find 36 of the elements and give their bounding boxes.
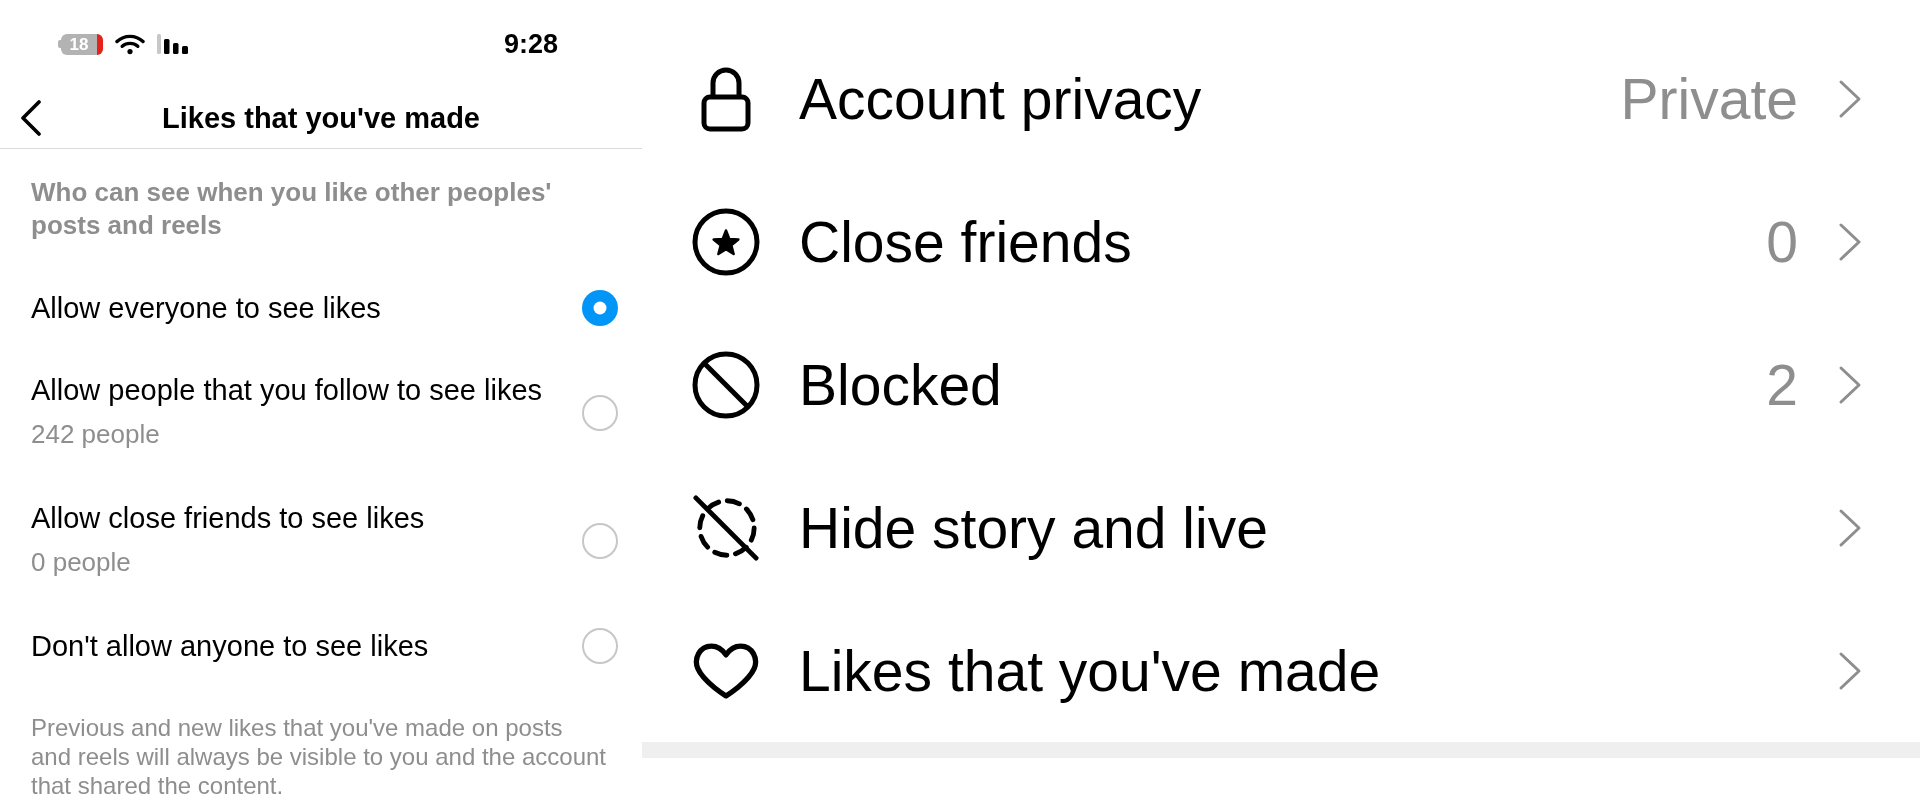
option-label[interactable]: Don't allow anyone to see likes	[31, 625, 429, 667]
chevron-right-icon	[1838, 221, 1862, 262]
option-label[interactable]: Allow close friends to see likes	[31, 497, 425, 539]
prohibited-icon	[692, 350, 760, 419]
settings-menu-item[interactable]: Likes that you've made	[642, 599, 1920, 742]
settings-menu-item[interactable]: Account privacy Private	[642, 27, 1920, 170]
setting-value: 2	[1766, 351, 1798, 418]
setting-value: 0	[1766, 208, 1798, 275]
option-count: 0 people	[31, 546, 131, 579]
option-count: 242 people	[31, 418, 160, 451]
settings-menu-item[interactable]: Blocked 2	[642, 313, 1920, 456]
setting-value: Private	[1620, 65, 1798, 132]
radio-button[interactable]	[582, 523, 618, 559]
settings-menu-item[interactable]: Close friends 0	[642, 170, 1920, 313]
heart-icon	[692, 641, 760, 700]
radio-button[interactable]	[582, 290, 618, 326]
dashed-circle-slash-icon	[692, 492, 760, 563]
battery-indicator: 18	[58, 33, 103, 55]
chevron-right-icon	[1838, 507, 1862, 548]
chevron-right-icon	[1838, 364, 1862, 405]
screen-title: Likes that you've made	[162, 101, 480, 135]
radio-button[interactable]	[582, 628, 618, 664]
footnote-text: Previous and new likes that you've made on posts and reels will always be visible to you and the account that shared the content.	[31, 713, 607, 800]
wifi-icon	[115, 33, 145, 55]
lock-icon	[701, 65, 751, 132]
star-circle-icon	[692, 207, 760, 276]
chevron-right-icon	[1838, 650, 1862, 691]
status-time: 9:28	[503, 28, 558, 60]
settings-menu-item[interactable]: Hide story and live	[642, 456, 1920, 599]
option-label[interactable]: Allow people that you follow to see likes	[31, 369, 542, 411]
radio-button[interactable]	[582, 395, 618, 431]
section-description: Who can see when you like other peoples' posts and reels	[31, 176, 553, 242]
chevron-right-icon	[1838, 78, 1862, 119]
back-icon[interactable]	[20, 100, 42, 136]
signal-icon	[157, 34, 189, 54]
option-label[interactable]: Allow everyone to see likes	[31, 287, 381, 329]
